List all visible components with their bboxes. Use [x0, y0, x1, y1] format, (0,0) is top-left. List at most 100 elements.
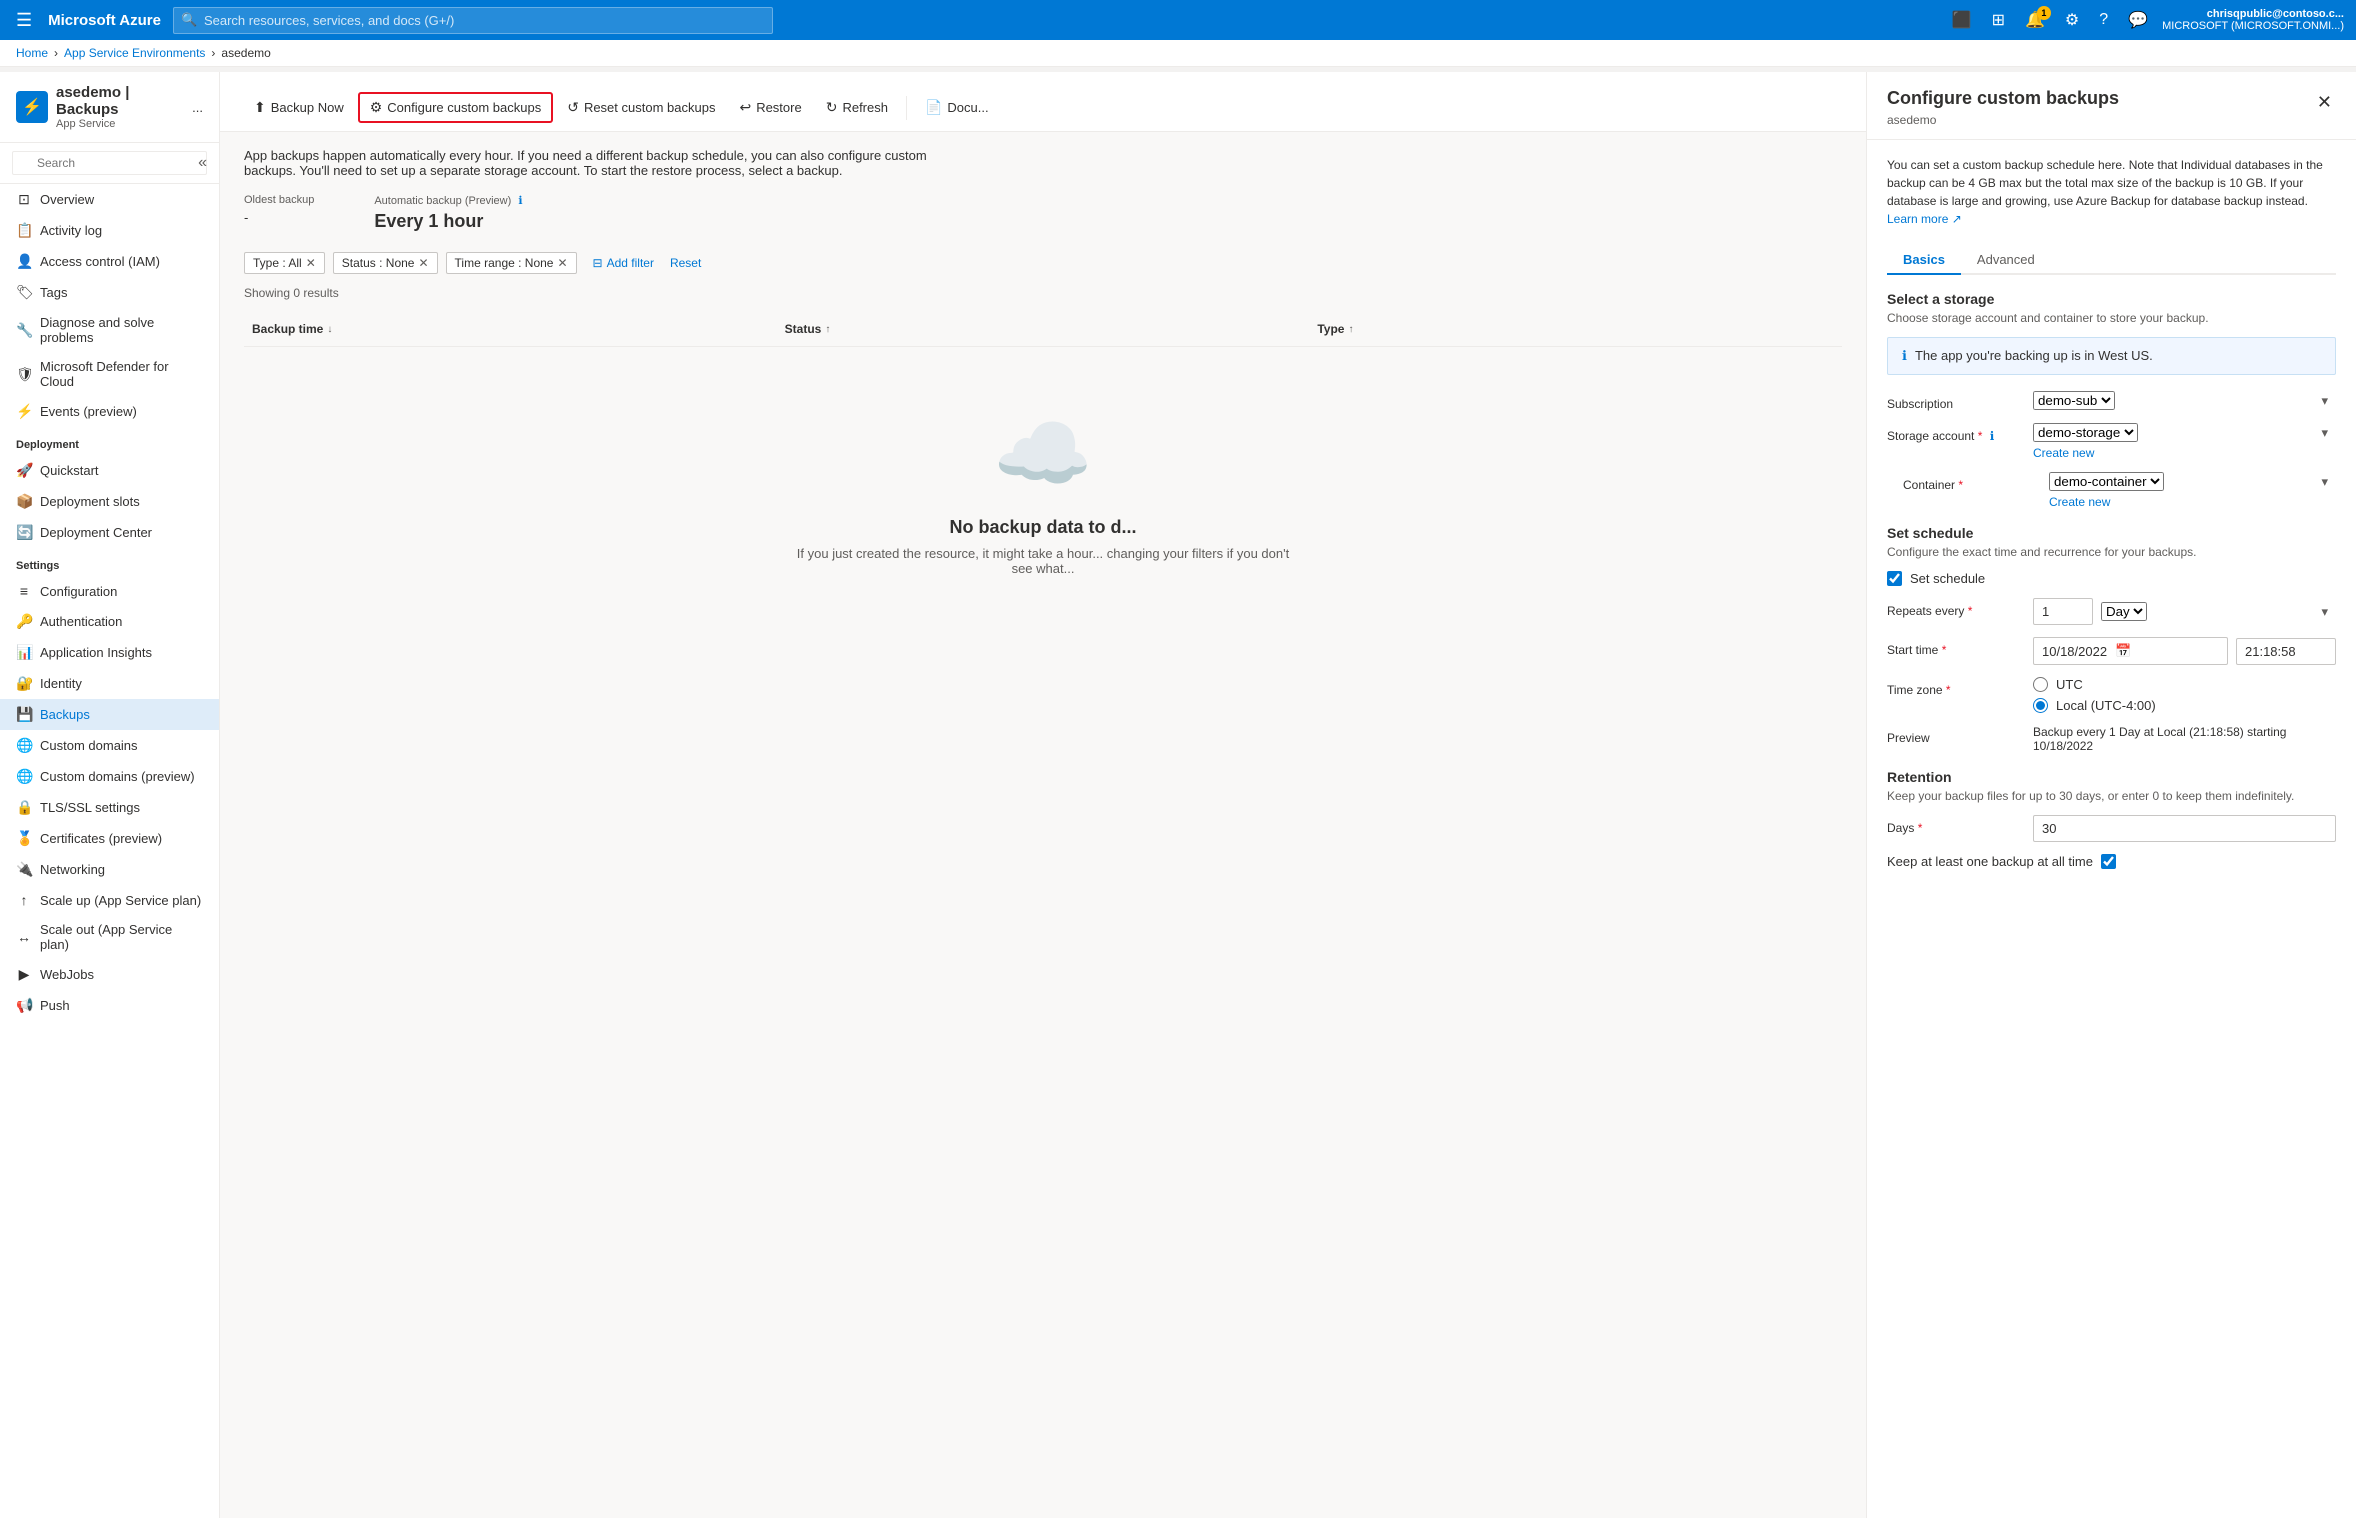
nav-item-activity-log[interactable]: 📋 Activity log	[0, 215, 219, 246]
timezone-row: Time zone * UTC Local (UTC-4:00)	[1887, 677, 2336, 713]
tz-utc-option[interactable]: UTC	[2033, 677, 2336, 692]
start-time-label: Start time *	[1887, 637, 2017, 657]
collapse-sidebar-button[interactable]: «	[198, 154, 207, 172]
repeats-unit-select[interactable]: Day	[2101, 602, 2147, 621]
days-input[interactable]	[2033, 815, 2336, 842]
nav-item-scale-up[interactable]: ↑ Scale up (App Service plan)	[0, 885, 219, 915]
nav-item-push[interactable]: 📢 Push	[0, 990, 219, 1021]
sidebar-search-input[interactable]	[12, 151, 207, 175]
set-schedule-checkbox[interactable]	[1887, 571, 1902, 586]
nav-item-configuration[interactable]: ≡ Configuration	[0, 576, 219, 606]
filter-reset-button[interactable]: Reset	[670, 256, 701, 270]
panel-close-button[interactable]: ✕	[2313, 88, 2336, 117]
custom-domains-icon: 🌐	[16, 737, 32, 754]
container-select-wrap[interactable]: demo-container	[2049, 472, 2336, 491]
storage-account-select-wrap[interactable]: demo-storage	[2033, 423, 2336, 442]
tab-advanced[interactable]: Advanced	[1961, 244, 2051, 275]
restore-button[interactable]: ↩ Restore	[729, 94, 811, 121]
add-filter-button[interactable]: ⊟ Add filter	[585, 253, 662, 273]
filter-status-clear[interactable]: ✕	[418, 256, 428, 270]
configure-backups-button[interactable]: ⚙ Configure custom backups	[358, 92, 553, 123]
subscription-select[interactable]: demo-sub	[2033, 391, 2115, 410]
storage-account-create-new[interactable]: Create new	[2033, 446, 2336, 460]
refresh-button[interactable]: ↻ Refresh	[816, 94, 898, 121]
panel-subtitle: asedemo	[1887, 113, 2119, 127]
hamburger-menu[interactable]: ☰	[12, 6, 36, 35]
help-icon[interactable]: ?	[2093, 7, 2114, 33]
nav-item-deployment-slots[interactable]: 📦 Deployment slots	[0, 486, 219, 517]
backup-now-button[interactable]: ⬆ Backup Now	[244, 94, 354, 121]
nav-item-backups[interactable]: 💾 Backups	[0, 699, 219, 730]
nav-item-webjobs[interactable]: ▶ WebJobs	[0, 959, 219, 990]
repeats-row: Repeats every * Day	[1887, 598, 2336, 625]
cloud-shell-icon[interactable]: ⬛	[1946, 6, 1978, 34]
panel-tabs: Basics Advanced	[1887, 244, 2336, 275]
start-time-input[interactable]	[2236, 638, 2336, 665]
nav-item-tls-ssl[interactable]: 🔒 TLS/SSL settings	[0, 792, 219, 823]
scale-up-icon: ↑	[16, 892, 32, 908]
tab-basics[interactable]: Basics	[1887, 244, 1961, 275]
nav-item-certificates[interactable]: 🏅 Certificates (preview)	[0, 823, 219, 854]
nav-item-access-control[interactable]: 👤 Access control (IAM)	[0, 246, 219, 277]
start-time-row: Start time * 10/18/2022 📅	[1887, 637, 2336, 665]
backup-now-icon: ⬆	[254, 99, 266, 116]
resource-more-button[interactable]: ...	[192, 100, 203, 115]
nav-item-events[interactable]: ⚡ Events (preview)	[0, 396, 219, 427]
col-backup-time[interactable]: Backup time ↓	[244, 318, 777, 340]
col-status[interactable]: Status ↑	[777, 318, 1310, 340]
webjobs-icon: ▶	[16, 966, 32, 983]
col-type[interactable]: Type ↑	[1309, 318, 1842, 340]
docs-button[interactable]: 📄 Docu...	[915, 94, 999, 121]
tz-local-option[interactable]: Local (UTC-4:00)	[2033, 698, 2336, 713]
set-schedule-checkbox-label[interactable]: Set schedule	[1887, 571, 1985, 586]
portal-menu-icon[interactable]: ⊞	[1986, 6, 2011, 34]
keep-backup-label[interactable]: Keep at least one backup at all time	[1887, 854, 2116, 869]
breadcrumb-home[interactable]: Home	[16, 46, 48, 60]
nav-item-custom-domains-preview[interactable]: 🌐 Custom domains (preview)	[0, 761, 219, 792]
notification-icon[interactable]: 🔔 1	[2019, 6, 2051, 34]
nav-item-quickstart[interactable]: 🚀 Quickstart	[0, 455, 219, 486]
tz-local-radio[interactable]	[2033, 698, 2048, 713]
subscription-select-wrap[interactable]: demo-sub	[2033, 391, 2336, 410]
events-icon: ⚡	[16, 403, 32, 420]
storage-account-info-icon: ℹ	[1990, 429, 1995, 443]
storage-account-select[interactable]: demo-storage	[2033, 423, 2138, 442]
nav-item-overview[interactable]: ⊡ Overview	[0, 184, 219, 215]
nav-item-scale-out[interactable]: ↔ Scale out (App Service plan)	[0, 915, 219, 959]
nav-item-networking[interactable]: 🔌 Networking	[0, 854, 219, 885]
reset-backups-button[interactable]: ↺ Reset custom backups	[557, 94, 725, 121]
nav-item-defender[interactable]: 🛡 Microsoft Defender for Cloud	[0, 352, 219, 396]
filter-icon: ⊟	[593, 256, 603, 270]
repeats-unit-select-wrap[interactable]: Day	[2101, 602, 2336, 621]
content-area: ⬆ Backup Now ⚙ Configure custom backups …	[220, 72, 1866, 1518]
container-create-new[interactable]: Create new	[2049, 495, 2336, 509]
certificates-icon: 🏅	[16, 830, 32, 847]
feedback-icon[interactable]: 💬	[2122, 6, 2154, 34]
timezone-options: UTC Local (UTC-4:00)	[2033, 677, 2336, 713]
nav-item-deployment-center[interactable]: 🔄 Deployment Center	[0, 517, 219, 548]
container-select[interactable]: demo-container	[2049, 472, 2164, 491]
nav-item-custom-domains[interactable]: 🌐 Custom domains	[0, 730, 219, 761]
nav-item-identity[interactable]: 🔐 Identity	[0, 668, 219, 699]
filter-time-clear[interactable]: ✕	[557, 256, 567, 270]
filter-type-clear[interactable]: ✕	[306, 256, 316, 270]
filter-chip-type[interactable]: Type : All ✕	[244, 252, 325, 274]
settings-icon[interactable]: ⚙	[2059, 6, 2085, 34]
start-date-display[interactable]: 10/18/2022 📅	[2033, 637, 2228, 665]
filter-chip-status[interactable]: Status : None ✕	[333, 252, 438, 274]
tz-utc-radio[interactable]	[2033, 677, 2048, 692]
nav-item-app-insights[interactable]: 📊 Application Insights	[0, 637, 219, 668]
breadcrumb-env[interactable]: App Service Environments	[64, 46, 205, 60]
filter-chip-time[interactable]: Time range : None ✕	[446, 252, 577, 274]
storage-account-row: Storage account * ℹ demo-storage Create …	[1887, 423, 2336, 460]
info-text: The app you're backing up is in West US.	[1915, 348, 2153, 363]
nav-item-authentication[interactable]: 🔑 Authentication	[0, 606, 219, 637]
global-search-input[interactable]	[173, 7, 773, 34]
keep-backup-checkbox[interactable]	[2101, 854, 2116, 869]
repeats-value-input[interactable]	[2033, 598, 2093, 625]
user-info[interactable]: chrisqpublic@contoso.c... MICROSOFT (MIC…	[2162, 8, 2344, 32]
nav-item-tags[interactable]: 🏷 Tags	[0, 277, 219, 308]
start-time-control: 10/18/2022 📅	[2033, 637, 2336, 665]
nav-item-diagnose[interactable]: 🔧 Diagnose and solve problems	[0, 308, 219, 352]
learn-more-link[interactable]: Learn more ↗	[1887, 212, 1962, 226]
